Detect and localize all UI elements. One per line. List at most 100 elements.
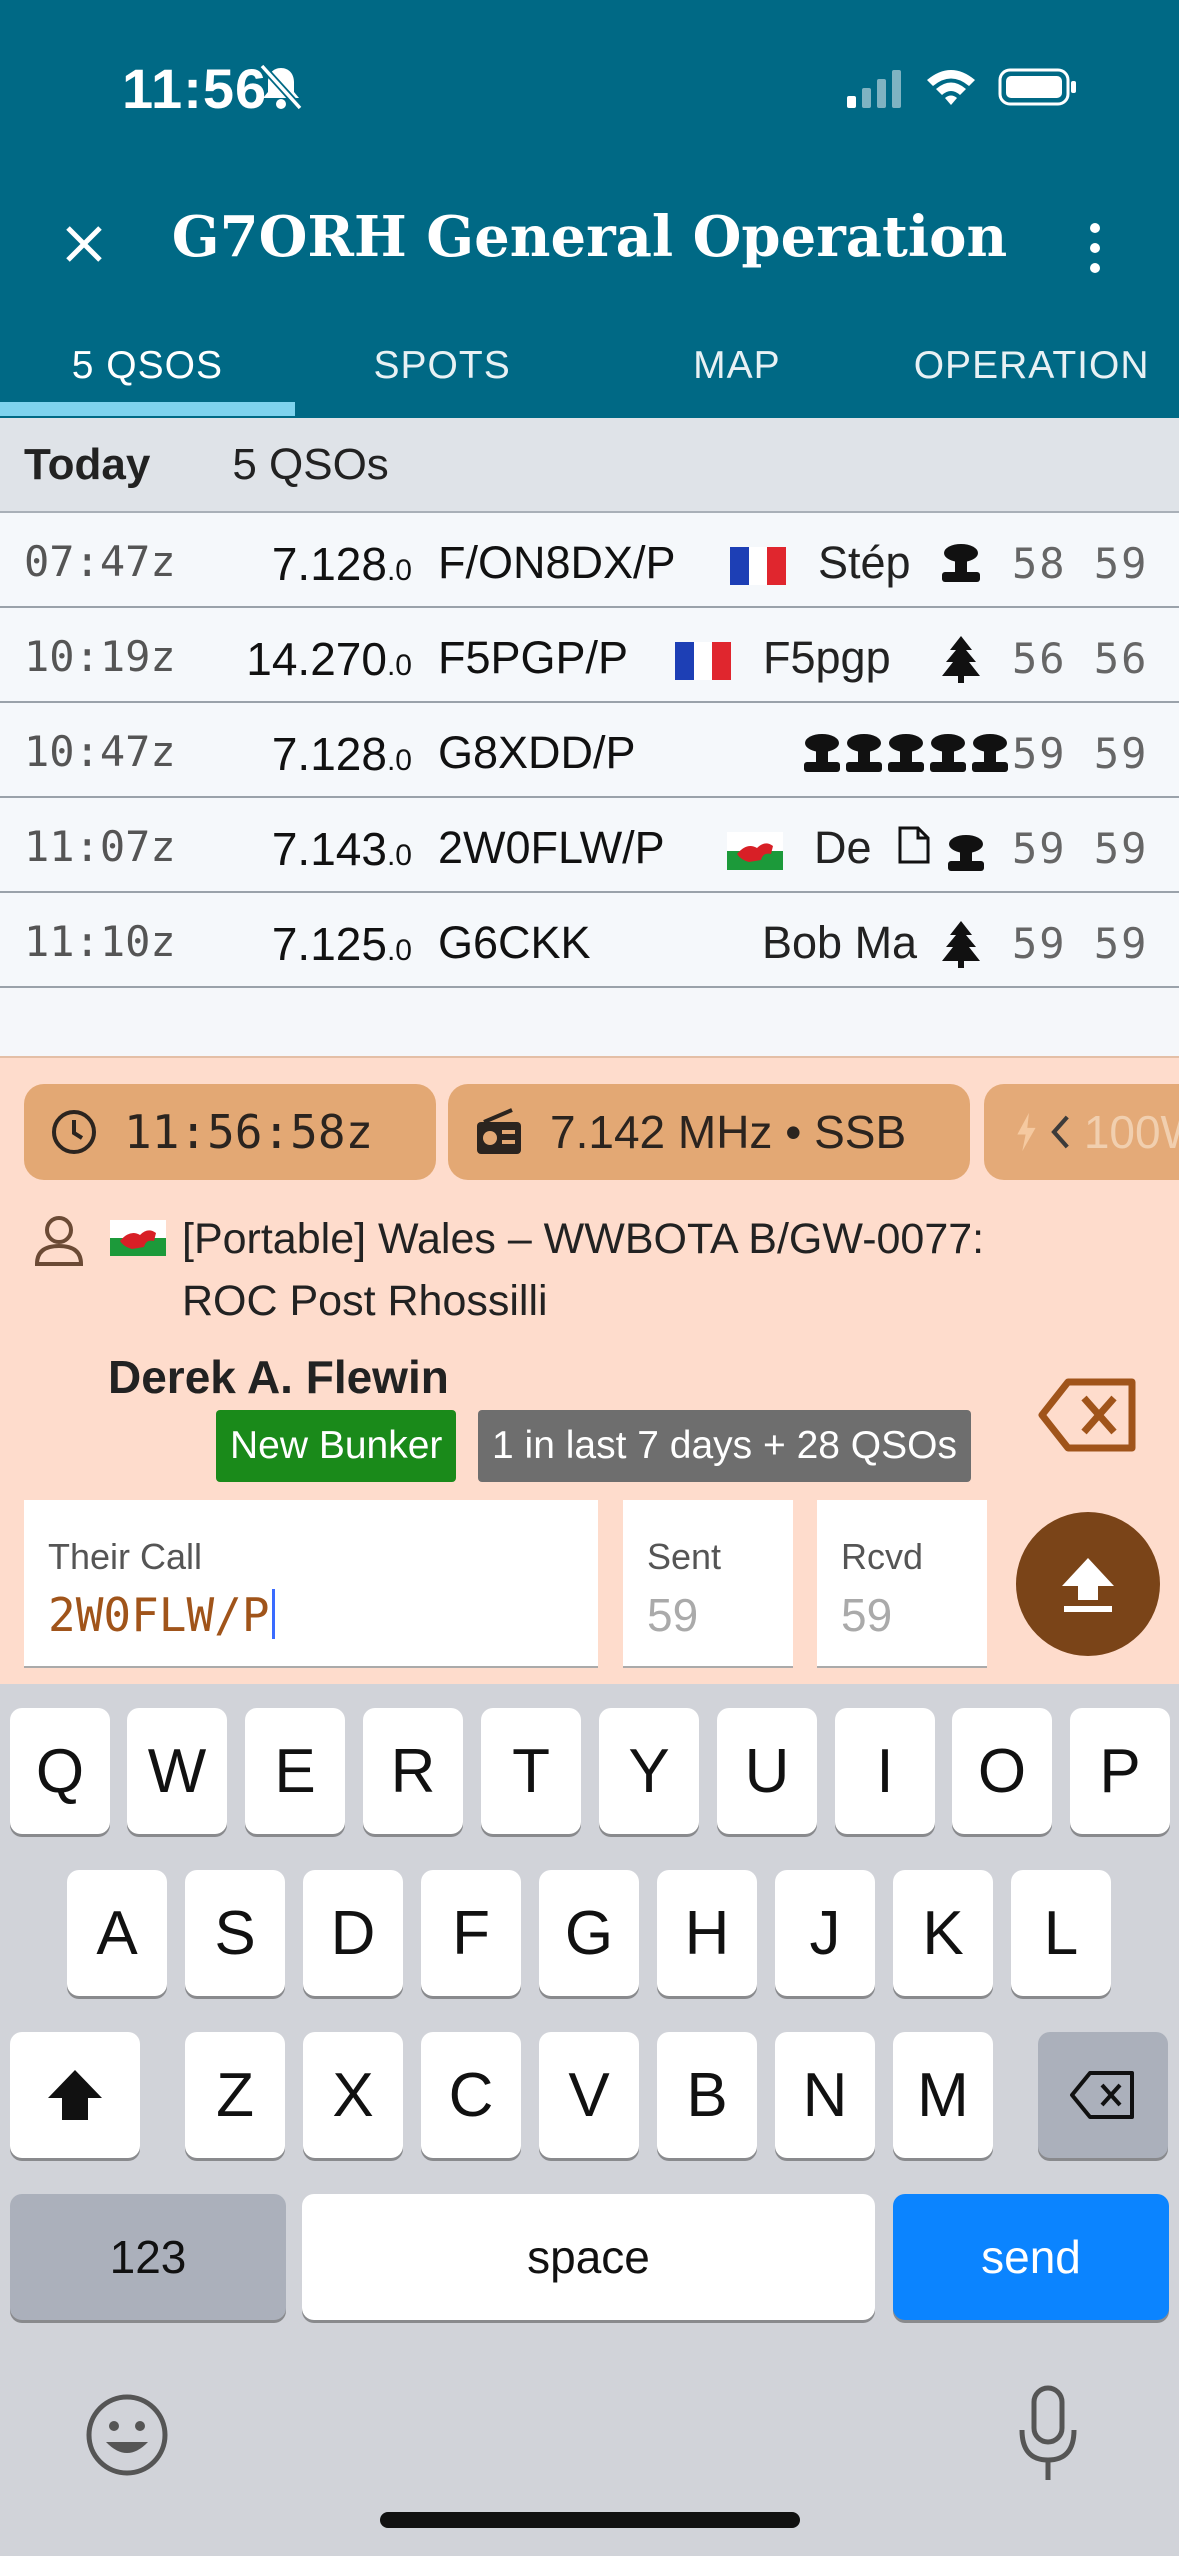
upload-icon <box>1062 1558 1114 1612</box>
qso-time: 10:19z <box>24 632 176 681</box>
key-f[interactable]: F <box>421 1870 521 1996</box>
key-g[interactable]: G <box>539 1870 639 1996</box>
key-c[interactable]: C <box>421 2032 521 2158</box>
qso-frequency: 7.128.0 <box>271 728 412 780</box>
qso-frequency: 7.125.0 <box>271 918 412 970</box>
clock-icon <box>52 1110 96 1154</box>
bell-muted-icon <box>259 63 303 111</box>
key-u[interactable]: U <box>717 1708 817 1834</box>
time-pill[interactable]: 11:56:58z <box>24 1084 436 1180</box>
qso-row[interactable]: 11:10z 7.125.0 G6CKK Bob Ma 59 59 <box>0 893 1179 988</box>
chevron-left-icon[interactable] <box>1049 1110 1074 1154</box>
qso-rst: 59 59 <box>1012 919 1149 968</box>
key-s[interactable]: S <box>185 1870 285 1996</box>
qso-entry-panel: 11:56:58z 7.142 MHz • SSB 100W [Portable… <box>0 1056 1179 1684</box>
more-options-icon[interactable] <box>1080 220 1110 276</box>
key-t[interactable]: T <box>481 1708 581 1834</box>
tab-operation[interactable]: OPERATION <box>884 336 1179 418</box>
their-call-label: Their Call <box>48 1536 203 1577</box>
qso-row[interactable]: 07:47z 7.128.0 F/ON8DX/P Stép 58 59 <box>0 513 1179 608</box>
operator-name: Derek A. Flewin <box>108 1351 449 1403</box>
qso-frequency: 14.270.0 <box>246 633 412 685</box>
france-flag-icon <box>675 642 731 680</box>
key-n[interactable]: N <box>775 2032 875 2158</box>
numbers-key[interactable]: 123 <box>10 2194 286 2320</box>
bunker-icons <box>804 734 1008 772</box>
key-b[interactable]: B <box>657 2032 757 2158</box>
tree-icon <box>942 921 980 968</box>
rcvd-rst-field[interactable]: Rcvd 59 <box>817 1500 987 1668</box>
log-qso-button[interactable] <box>1016 1512 1160 1656</box>
key-d[interactable]: D <box>303 1870 403 1996</box>
key-q[interactable]: Q <box>10 1708 110 1834</box>
history-badge: 1 in last 7 days + 28 QSOs <box>478 1410 971 1482</box>
tab-spots[interactable]: SPOTS <box>295 336 590 418</box>
key-m[interactable]: M <box>893 2032 993 2158</box>
qso-row[interactable]: 11:07z 7.143.0 2W0FLW/P De 59 59 <box>0 798 1179 893</box>
page-title: G7ORH General Operation <box>171 204 1008 270</box>
qso-frequency: 7.143.0 <box>271 823 412 875</box>
key-k[interactable]: K <box>893 1870 993 1996</box>
qso-rst: 58 59 <box>1012 539 1149 588</box>
rcvd-input[interactable]: 59 <box>841 1588 892 1642</box>
qso-log-list[interactable]: Today 5 QSOs 07:47z 7.128.0 F/ON8DX/P St… <box>0 418 1179 1056</box>
key-a[interactable]: A <box>67 1870 167 1996</box>
qso-time: 11:10z <box>24 917 176 966</box>
key-j[interactable]: J <box>775 1870 875 1996</box>
delete-icon <box>1070 2071 1134 2119</box>
qso-callsign: F/ON8DX/P <box>438 537 676 588</box>
key-i[interactable]: I <box>835 1708 935 1834</box>
space-key[interactable]: space <box>302 2194 875 2320</box>
key-r[interactable]: R <box>363 1708 463 1834</box>
qso-time: 07:47z <box>24 537 176 586</box>
key-z[interactable]: Z <box>185 2032 285 2158</box>
frequency-pill[interactable]: 7.142 MHz • SSB <box>448 1084 970 1180</box>
wales-flag-icon <box>727 832 783 870</box>
their-call-input[interactable]: 2W0FLW/P <box>48 1588 275 1642</box>
key-l[interactable]: L <box>1011 1870 1111 1996</box>
bunker-icon <box>942 544 980 582</box>
time-value: 11:56:58z <box>124 1105 374 1159</box>
frequency-mode-value: 7.142 MHz • SSB <box>550 1106 907 1158</box>
home-indicator[interactable] <box>380 2512 800 2528</box>
text-caret <box>271 1589 275 1639</box>
shift-key[interactable] <box>10 2032 140 2158</box>
qso-rst: 59 59 <box>1012 824 1149 873</box>
key-w[interactable]: W <box>127 1708 227 1834</box>
location-info: [Portable] Wales – WWBOTA B/GW-0077: ROC… <box>182 1215 985 1325</box>
app-header: 11:56 G7ORH General Operation 5 QSOS SPO… <box>0 0 1179 418</box>
wifi-icon <box>927 70 975 105</box>
qso-row[interactable]: 10:19z 14.270.0 F5PGP/P F5pgp 56 56 <box>0 608 1179 703</box>
microphone-icon[interactable] <box>1016 2384 1080 2484</box>
qso-time: 10:47z <box>24 727 176 776</box>
sent-rst-field[interactable]: Sent 59 <box>623 1500 793 1668</box>
qso-row[interactable]: 10:47z 7.128.0 G8XDD/P 59 59 <box>0 703 1179 798</box>
section-count: 5 QSOs <box>232 439 389 489</box>
sent-label: Sent <box>647 1536 722 1577</box>
key-h[interactable]: H <box>657 1870 757 1996</box>
qso-name: De <box>814 822 872 873</box>
lightning-icon <box>1017 1112 1036 1152</box>
person-icon <box>34 1216 84 1266</box>
key-o[interactable]: O <box>952 1708 1052 1834</box>
clear-icon[interactable] <box>1038 1378 1138 1452</box>
delete-key[interactable] <box>1038 2032 1168 2158</box>
key-e[interactable]: E <box>245 1708 345 1834</box>
section-date: Today <box>24 439 151 489</box>
radio-icon <box>477 1108 521 1154</box>
emoji-icon[interactable] <box>82 2390 172 2480</box>
tab-map[interactable]: MAP <box>590 336 885 418</box>
qso-callsign: 2W0FLW/P <box>438 822 665 873</box>
note-bunker-icons <box>898 826 984 871</box>
send-key[interactable]: send <box>893 2194 1169 2320</box>
qso-time: 11:07z <box>24 822 176 871</box>
key-p[interactable]: P <box>1070 1708 1170 1834</box>
qso-name: Bob Ma <box>762 917 918 968</box>
sent-input[interactable]: 59 <box>647 1588 698 1642</box>
their-call-field[interactable]: Their Call 2W0FLW/P <box>24 1500 598 1668</box>
qso-frequency: 7.128.0 <box>271 538 412 590</box>
key-x[interactable]: X <box>303 2032 403 2158</box>
power-pill[interactable]: 100W <box>984 1084 1179 1180</box>
key-y[interactable]: Y <box>599 1708 699 1834</box>
key-v[interactable]: V <box>539 2032 639 2158</box>
